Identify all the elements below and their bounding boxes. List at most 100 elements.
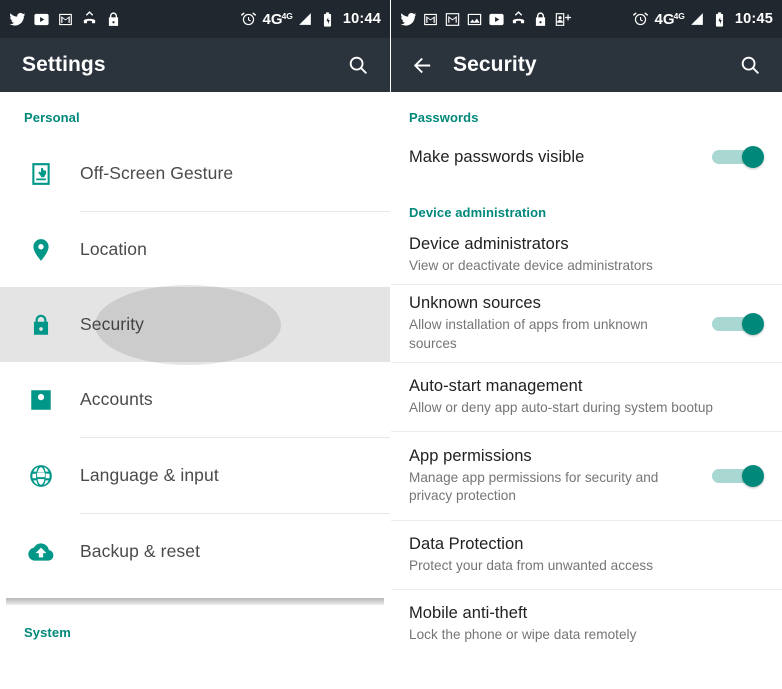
- item-subtitle: Allow or deny app auto-start during syst…: [409, 399, 713, 415]
- settings-item-security[interactable]: Security: [0, 285, 390, 365]
- security-screen: 4G 4G 10:45 Security Passwords Make passw…: [391, 0, 782, 689]
- toggle-app-permissions[interactable]: [712, 465, 764, 487]
- lock-icon: [105, 11, 122, 28]
- item-title: Data Protection: [409, 534, 524, 553]
- item-subtitle: View or deactivate device administrators: [409, 257, 653, 273]
- section-header-passwords: Passwords: [409, 110, 479, 125]
- item-text-block: App permissions Manage app permissions f…: [409, 447, 712, 506]
- status-bar-notification-icons: [400, 10, 632, 28]
- section-header-device-administration: Device administration: [409, 205, 547, 220]
- security-settings-list: Passwords Make passwords visible Device …: [391, 92, 782, 689]
- security-item-device-administrators[interactable]: Device administrators View or deactivate…: [391, 226, 782, 284]
- settings-item-location[interactable]: Location: [0, 212, 390, 287]
- security-item-auto-start-management[interactable]: Auto-start management Allow or deny app …: [391, 363, 782, 431]
- security-item-unknown-sources[interactable]: Unknown sources Allow installation of ap…: [391, 285, 782, 362]
- item-text-block: Auto-start management Allow or deny app …: [409, 377, 764, 417]
- search-icon: [349, 56, 367, 74]
- signal-bars-icon: [689, 12, 705, 26]
- security-item-mobile-anti-theft[interactable]: Mobile anti-theft Lock the phone or wipe…: [391, 590, 782, 658]
- lock-icon: [22, 312, 60, 338]
- scroll-shadow-divider: [6, 598, 384, 605]
- page-title: Settings: [22, 53, 106, 76]
- security-item-data-protection[interactable]: Data Protection Protect your data from u…: [391, 521, 782, 589]
- status-bar-system-icons: 4G 4G 10:45: [632, 11, 773, 28]
- security-item-make-passwords-visible[interactable]: Make passwords visible: [391, 133, 782, 181]
- status-bar-clock: 10:44: [342, 11, 381, 27]
- lock-icon: [532, 11, 549, 28]
- person-account-icon: [22, 387, 60, 413]
- search-button[interactable]: [732, 47, 768, 83]
- status-bar-right: 4G 4G 10:45: [391, 0, 782, 38]
- back-button[interactable]: [405, 48, 439, 82]
- gmail-icon: [57, 11, 74, 28]
- search-icon: [741, 56, 759, 74]
- status-bar-left: 4G 4G 10:44: [0, 0, 390, 38]
- alarm-icon: [632, 11, 649, 28]
- youtube-icon: [488, 11, 505, 28]
- cloud-upload-icon: [22, 539, 60, 565]
- photo-icon: [466, 11, 483, 28]
- twitter-icon: [400, 11, 417, 28]
- missed-call-icon: [510, 10, 527, 28]
- settings-item-off-screen-gesture[interactable]: Off-Screen Gesture: [0, 136, 390, 211]
- signal-bars-icon: [297, 12, 313, 26]
- item-title: Device administrators: [409, 234, 569, 253]
- add-contact-icon: [554, 11, 571, 28]
- item-text-block: Device administrators View or deactivate…: [409, 235, 764, 275]
- item-text-block: Make passwords visible: [409, 148, 712, 167]
- settings-item-label: Off-Screen Gesture: [80, 163, 234, 183]
- missed-call-icon: [81, 10, 98, 28]
- gmail-boxed-icon: [444, 11, 461, 28]
- toggle-thumb: [742, 465, 764, 487]
- gmail-icon: [422, 11, 439, 28]
- off-screen-gesture-icon: [22, 161, 60, 187]
- youtube-icon: [33, 11, 50, 28]
- twitter-icon: [9, 11, 26, 28]
- settings-item-label: Location: [80, 239, 147, 259]
- dual-screenshot-comparison: 4G 4G 10:44 Settings Personal Off-Screen …: [0, 0, 782, 689]
- item-title: App permissions: [409, 446, 532, 465]
- item-subtitle: Protect your data from unwanted access: [409, 557, 654, 573]
- item-subtitle: Manage app permissions for security and …: [409, 469, 659, 503]
- item-title: Mobile anti-theft: [409, 603, 528, 622]
- item-title: Unknown sources: [409, 294, 541, 313]
- location-pin-icon: [22, 237, 60, 263]
- item-text-block: Mobile anti-theft Lock the phone or wipe…: [409, 604, 764, 644]
- battery-charging-icon: [319, 11, 336, 28]
- item-subtitle: Lock the phone or wipe data remotely: [409, 626, 637, 642]
- settings-item-label: Security: [80, 314, 145, 334]
- network-type-label: 4G 4G: [654, 10, 685, 28]
- item-text-block: Data Protection Protect your data from u…: [409, 535, 764, 575]
- battery-charging-icon: [711, 11, 728, 28]
- back-arrow-icon: [413, 57, 430, 73]
- settings-item-accounts[interactable]: Accounts: [0, 362, 390, 437]
- settings-item-label: Backup & reset: [80, 541, 201, 561]
- settings-app-bar: Settings: [0, 38, 390, 92]
- security-app-bar: Security: [391, 38, 782, 92]
- toggle-unknown-sources[interactable]: [712, 312, 764, 335]
- section-header-personal: Personal: [24, 110, 80, 125]
- security-item-app-permissions[interactable]: App permissions Manage app permissions f…: [391, 432, 782, 520]
- item-title: Auto-start management: [409, 376, 583, 395]
- alarm-icon: [240, 11, 257, 28]
- settings-item-language-input[interactable]: Language & input: [0, 438, 390, 513]
- settings-item-backup-reset[interactable]: Backup & reset: [0, 514, 390, 589]
- network-type-label: 4G 4G: [262, 10, 293, 28]
- status-bar-notification-icons: [9, 10, 240, 28]
- settings-list: Personal Off-Screen Gesture Location Sec…: [0, 92, 390, 689]
- settings-item-label: Language & input: [80, 465, 219, 485]
- search-button[interactable]: [340, 47, 376, 83]
- toggle-make-passwords-visible[interactable]: [712, 146, 764, 168]
- settings-screen: 4G 4G 10:44 Settings Personal Off-Screen …: [0, 0, 391, 689]
- toggle-thumb: [742, 312, 764, 335]
- status-bar-clock: 10:45: [734, 11, 773, 27]
- settings-item-label: Accounts: [80, 389, 153, 409]
- globe-icon: [22, 463, 60, 489]
- page-title: Security: [453, 53, 537, 76]
- section-header-system: System: [24, 625, 71, 640]
- toggle-thumb: [742, 146, 764, 168]
- item-title: Make passwords visible: [409, 147, 585, 166]
- item-text-block: Unknown sources Allow installation of ap…: [409, 294, 712, 353]
- item-subtitle: Allow installation of apps from unknown …: [409, 317, 648, 351]
- status-bar-system-icons: 4G 4G 10:44: [240, 11, 381, 28]
